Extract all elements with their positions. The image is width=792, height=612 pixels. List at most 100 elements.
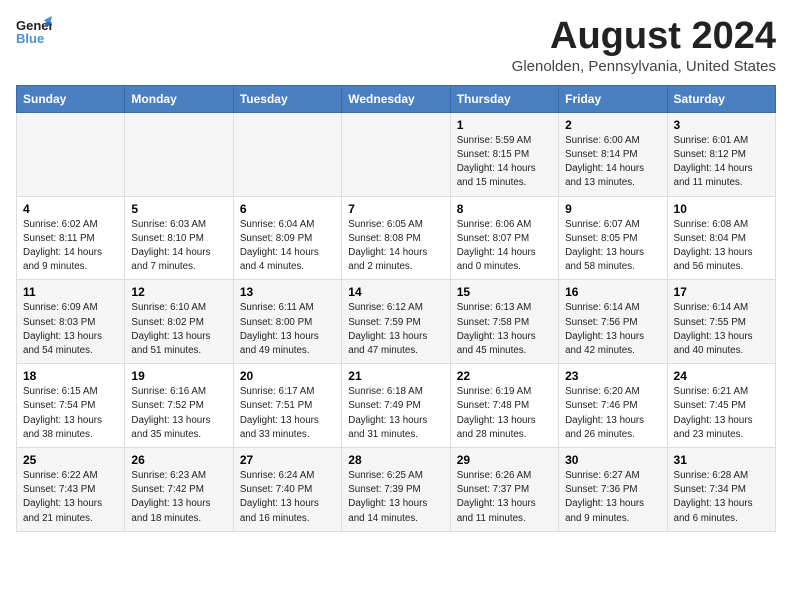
day-number: 17 [674,285,769,299]
svg-text:Blue: Blue [16,31,44,46]
day-number: 24 [674,369,769,383]
day-number: 11 [23,285,118,299]
day-info: Sunrise: 6:06 AMSunset: 8:07 PMDaylight:… [457,218,552,275]
calendar-cell: 4 Sunrise: 6:02 AMSunset: 8:11 PMDaylight… [17,196,125,280]
location: Glenolden, Pennsylvania, United States [512,58,776,75]
calendar-cell: 9 Sunrise: 6:07 AMSunset: 8:05 PMDaylight… [559,196,667,280]
logo-icon: General Blue [16,16,52,46]
day-info: Sunrise: 6:18 AMSunset: 7:49 PMDaylight:… [348,385,443,442]
calendar-cell [233,112,341,196]
day-info: Sunrise: 6:27 AMSunset: 7:36 PMDaylight:… [565,469,660,526]
calendar-cell [17,112,125,196]
calendar-cell [125,112,233,196]
calendar-cell: 8 Sunrise: 6:06 AMSunset: 8:07 PMDaylight… [450,196,558,280]
calendar-cell [342,112,450,196]
week-row-5: 25Sunrise: 6:22 AMSunset: 7:43 PMDayligh… [17,448,776,532]
day-number: 4 [23,202,118,216]
day-info: Sunrise: 6:05 AMSunset: 8:08 PMDaylight:… [348,218,443,275]
calendar-cell: 31 Sunrise: 6:28 AMSunset: 7:34 PMDayligh… [667,448,775,532]
weekday-header-row: SundayMondayTuesdayWednesdayThursdayFrid… [17,85,776,112]
day-info: Sunrise: 6:28 AMSunset: 7:34 PMDaylight:… [674,469,769,526]
day-info: Sunrise: 6:02 AMSunset: 8:11 PMDaylight:… [23,218,118,275]
calendar-cell: 3Sunrise: 6:01 AMSunset: 8:12 PMDaylight… [667,112,775,196]
day-number: 26 [131,453,226,467]
day-number: 27 [240,453,335,467]
day-number: 30 [565,453,660,467]
day-number: 10 [674,202,769,216]
calendar-cell: 6Sunrise: 6:04 AMSunset: 8:09 PMDaylight… [233,196,341,280]
title-block: August 2024 Glenolden, Pennsylvania, Uni… [512,16,776,75]
calendar-cell: 19 Sunrise: 6:16 AMSunset: 7:52 PMDayligh… [125,364,233,448]
day-number: 21 [348,369,443,383]
month-title: August 2024 [512,16,776,58]
day-number: 20 [240,369,335,383]
day-number: 8 [457,202,552,216]
day-number: 9 [565,202,660,216]
calendar-cell: 26 Sunrise: 6:23 AMSunset: 7:42 PMDayligh… [125,448,233,532]
day-number: 29 [457,453,552,467]
day-info: Sunrise: 6:22 AMSunset: 7:43 PMDaylight:… [23,469,118,526]
calendar-cell: 11 Sunrise: 6:09 AMSunset: 8:03 PMDayligh… [17,280,125,364]
day-number: 16 [565,285,660,299]
day-number: 19 [131,369,226,383]
calendar-cell: 27 Sunrise: 6:24 AMSunset: 7:40 PMDayligh… [233,448,341,532]
week-row-4: 18Sunrise: 6:15 AMSunset: 7:54 PMDayligh… [17,364,776,448]
day-info: Sunrise: 6:19 AMSunset: 7:48 PMDaylight:… [457,385,552,442]
day-number: 31 [674,453,769,467]
day-info: Sunrise: 6:13 AMSunset: 7:58 PMDaylight:… [457,301,552,358]
day-info: Sunrise: 6:07 AMSunset: 8:05 PMDaylight:… [565,218,660,275]
day-number: 22 [457,369,552,383]
logo: General Blue [16,16,52,46]
calendar-cell: 15 Sunrise: 6:13 AMSunset: 7:58 PMDayligh… [450,280,558,364]
day-info: Sunrise: 6:24 AMSunset: 7:40 PMDaylight:… [240,469,335,526]
day-number: 2 [565,118,660,132]
day-number: 12 [131,285,226,299]
calendar-table: SundayMondayTuesdayWednesdayThursdayFrid… [16,85,776,532]
day-info: Sunrise: 6:16 AMSunset: 7:52 PMDaylight:… [131,385,226,442]
weekday-header-wednesday: Wednesday [342,85,450,112]
weekday-header-saturday: Saturday [667,85,775,112]
calendar-cell: 1 Sunrise: 5:59 AMSunset: 8:15 PMDaylight… [450,112,558,196]
day-number: 23 [565,369,660,383]
day-info: Sunrise: 5:59 AMSunset: 8:15 PMDaylight:… [457,134,552,191]
day-number: 6 [240,202,335,216]
day-number: 15 [457,285,552,299]
calendar-cell: 24 Sunrise: 6:21 AMSunset: 7:45 PMDayligh… [667,364,775,448]
day-info: Sunrise: 6:23 AMSunset: 7:42 PMDaylight:… [131,469,226,526]
day-info: Sunrise: 6:26 AMSunset: 7:37 PMDaylight:… [457,469,552,526]
day-number: 14 [348,285,443,299]
page-header: General Blue August 2024 Glenolden, Penn… [16,16,776,75]
day-info: Sunrise: 6:15 AMSunset: 7:54 PMDaylight:… [23,385,118,442]
day-number: 7 [348,202,443,216]
calendar-cell: 16Sunrise: 6:14 AMSunset: 7:56 PMDayligh… [559,280,667,364]
day-info: Sunrise: 6:21 AMSunset: 7:45 PMDaylight:… [674,385,769,442]
weekday-header-monday: Monday [125,85,233,112]
calendar-cell: 28 Sunrise: 6:25 AMSunset: 7:39 PMDayligh… [342,448,450,532]
calendar-cell: 5Sunrise: 6:03 AMSunset: 8:10 PMDaylight… [125,196,233,280]
calendar-cell: 13Sunrise: 6:11 AMSunset: 8:00 PMDayligh… [233,280,341,364]
day-number: 28 [348,453,443,467]
calendar-cell: 7 Sunrise: 6:05 AMSunset: 8:08 PMDaylight… [342,196,450,280]
day-info: Sunrise: 6:12 AMSunset: 7:59 PMDaylight:… [348,301,443,358]
day-info: Sunrise: 6:25 AMSunset: 7:39 PMDaylight:… [348,469,443,526]
week-row-3: 11 Sunrise: 6:09 AMSunset: 8:03 PMDayligh… [17,280,776,364]
day-info: Sunrise: 6:20 AMSunset: 7:46 PMDaylight:… [565,385,660,442]
calendar-cell: 2Sunrise: 6:00 AMSunset: 8:14 PMDaylight… [559,112,667,196]
calendar-cell: 23 Sunrise: 6:20 AMSunset: 7:46 PMDayligh… [559,364,667,448]
day-number: 13 [240,285,335,299]
day-info: Sunrise: 6:10 AMSunset: 8:02 PMDaylight:… [131,301,226,358]
day-info: Sunrise: 6:08 AMSunset: 8:04 PMDaylight:… [674,218,769,275]
day-number: 3 [674,118,769,132]
calendar-cell: 20 Sunrise: 6:17 AMSunset: 7:51 PMDayligh… [233,364,341,448]
day-info: Sunrise: 6:09 AMSunset: 8:03 PMDaylight:… [23,301,118,358]
calendar-cell: 25Sunrise: 6:22 AMSunset: 7:43 PMDayligh… [17,448,125,532]
calendar-cell: 30 Sunrise: 6:27 AMSunset: 7:36 PMDayligh… [559,448,667,532]
day-number: 5 [131,202,226,216]
day-number: 1 [457,118,552,132]
day-info: Sunrise: 6:17 AMSunset: 7:51 PMDaylight:… [240,385,335,442]
weekday-header-sunday: Sunday [17,85,125,112]
calendar-cell: 18Sunrise: 6:15 AMSunset: 7:54 PMDayligh… [17,364,125,448]
calendar-cell: 14 Sunrise: 6:12 AMSunset: 7:59 PMDayligh… [342,280,450,364]
calendar-cell: 12 Sunrise: 6:10 AMSunset: 8:02 PMDayligh… [125,280,233,364]
calendar-cell: 21 Sunrise: 6:18 AMSunset: 7:49 PMDayligh… [342,364,450,448]
